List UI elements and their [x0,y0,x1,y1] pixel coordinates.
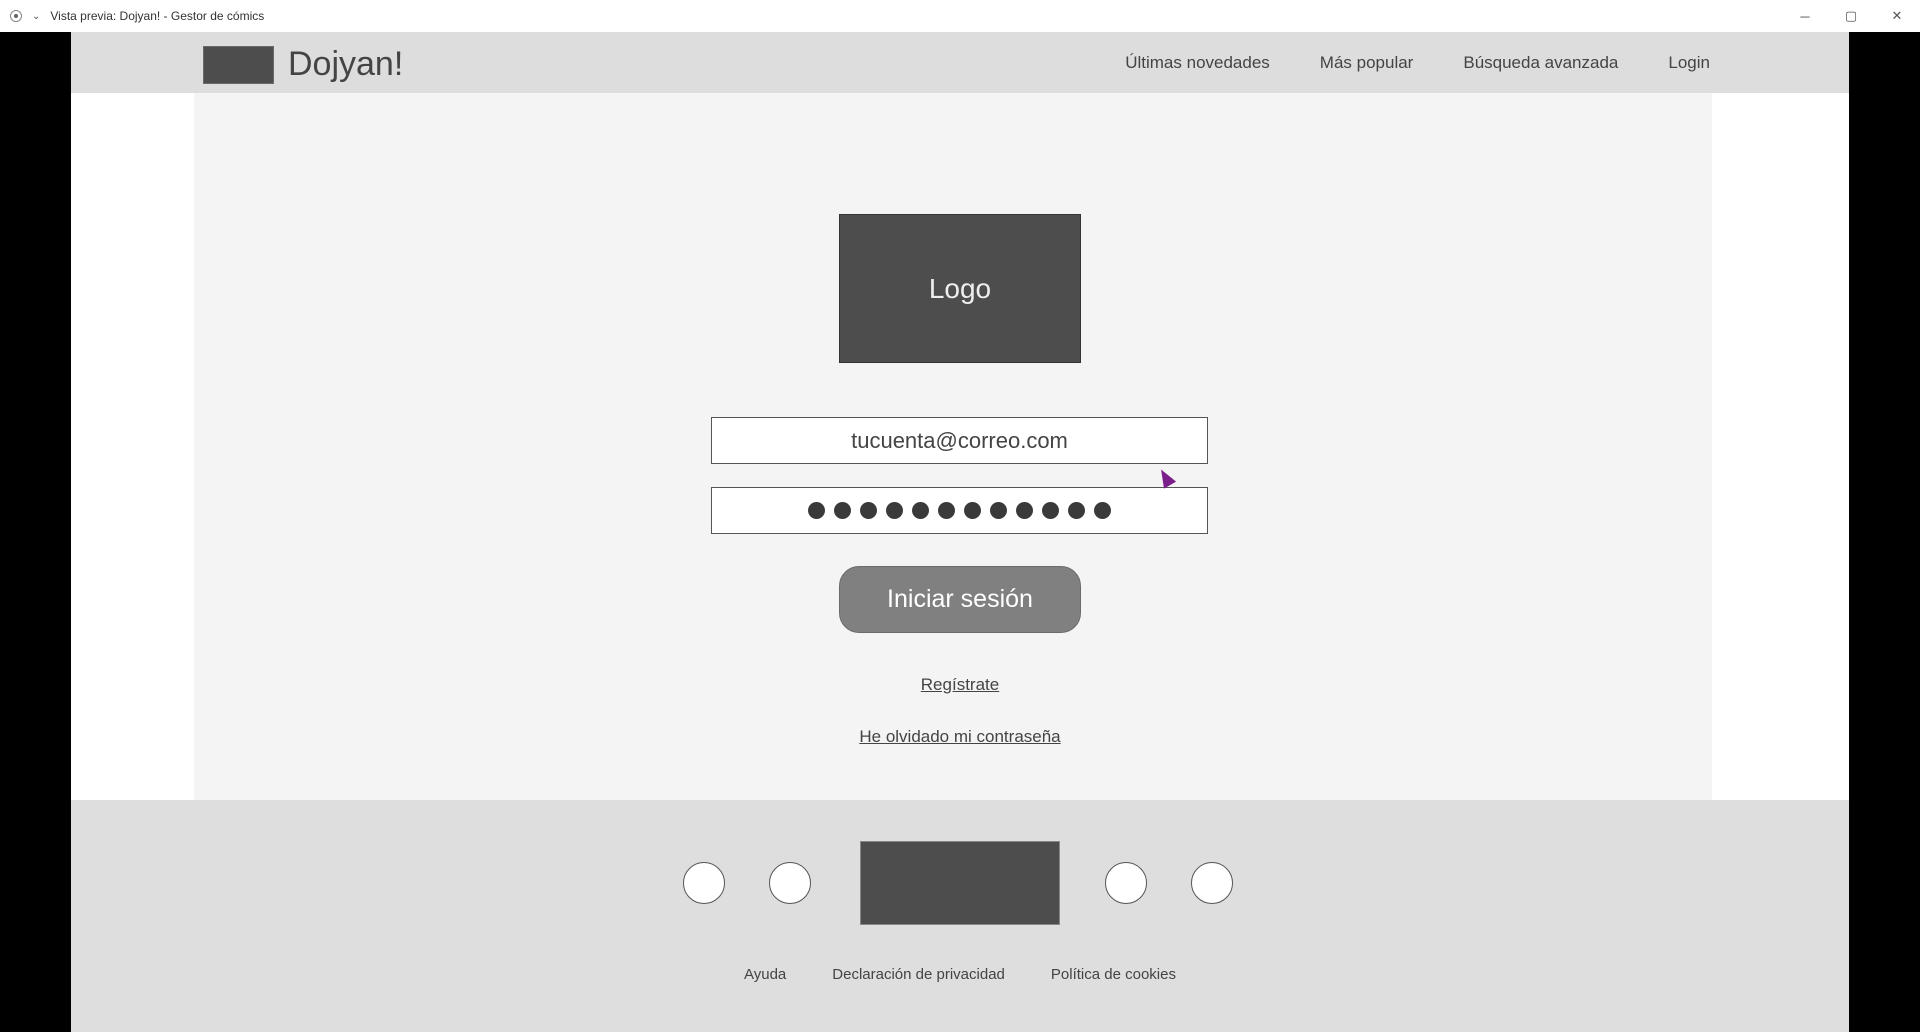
nav-login[interactable]: Login [1668,53,1710,73]
social-icon-2[interactable] [769,862,811,904]
password-dot [1068,502,1085,519]
brand-logo-placeholder[interactable] [203,46,274,84]
nav-popular[interactable]: Más popular [1320,53,1414,73]
footer-logo-placeholder [860,841,1060,925]
password-dot [1094,502,1111,519]
password-dot [860,502,877,519]
footer: Ayuda Declaración de privacidad Política… [71,800,1849,1032]
chevron-down-icon[interactable]: ⌄ [32,11,40,22]
restore-icon[interactable]: ▢ [1828,0,1874,32]
login-panel: Logo tucuenta@correo.com Iniciar sesión … [194,93,1712,800]
password-dot [834,502,851,519]
social-icon-3[interactable] [1105,862,1147,904]
footer-cookies-link[interactable]: Política de cookies [1051,966,1176,983]
password-dot [938,502,955,519]
password-dot [990,502,1007,519]
window-controls: ─ ▢ ✕ [1782,0,1920,32]
app-circle-icon[interactable] [10,10,22,22]
logo-placeholder: Logo [839,214,1081,363]
password-dot [964,502,981,519]
social-icon-1[interactable] [683,862,725,904]
password-dot [886,502,903,519]
social-icon-4[interactable] [1191,862,1233,904]
brand-name[interactable]: Dojyan! [288,42,403,86]
register-link[interactable]: Regístrate [194,675,1726,695]
footer-help-link[interactable]: Ayuda [744,966,786,983]
nav-latest[interactable]: Últimas novedades [1125,53,1270,73]
top-navigation: Dojyan! Últimas novedades Más popular Bú… [71,32,1849,93]
footer-privacy-link[interactable]: Declaración de privacidad [832,966,1005,983]
password-dot [1016,502,1033,519]
forgot-password-link[interactable]: He olvidado mi contraseña [194,727,1726,747]
close-icon[interactable]: ✕ [1874,0,1920,32]
footer-links: Ayuda Declaración de privacidad Política… [71,966,1849,983]
login-button[interactable]: Iniciar sesión [839,566,1081,633]
password-dot [1042,502,1059,519]
password-field[interactable] [711,487,1208,534]
preview-window: Dojyan! Últimas novedades Más popular Bú… [71,32,1849,1032]
nav-links: Últimas novedades Más popular Búsqueda a… [1075,32,1710,93]
nav-advanced-search[interactable]: Búsqueda avanzada [1463,53,1618,73]
title-bar: ⌄ Vista previa: Dojyan! - Gestor de cómi… [0,0,1920,32]
password-dot [808,502,825,519]
minimize-icon[interactable]: ─ [1782,0,1828,32]
password-dot [912,502,929,519]
password-mask [808,502,1111,519]
email-field[interactable]: tucuenta@correo.com [711,417,1208,464]
window-title: Vista previa: Dojyan! - Gestor de cómics [50,9,265,23]
